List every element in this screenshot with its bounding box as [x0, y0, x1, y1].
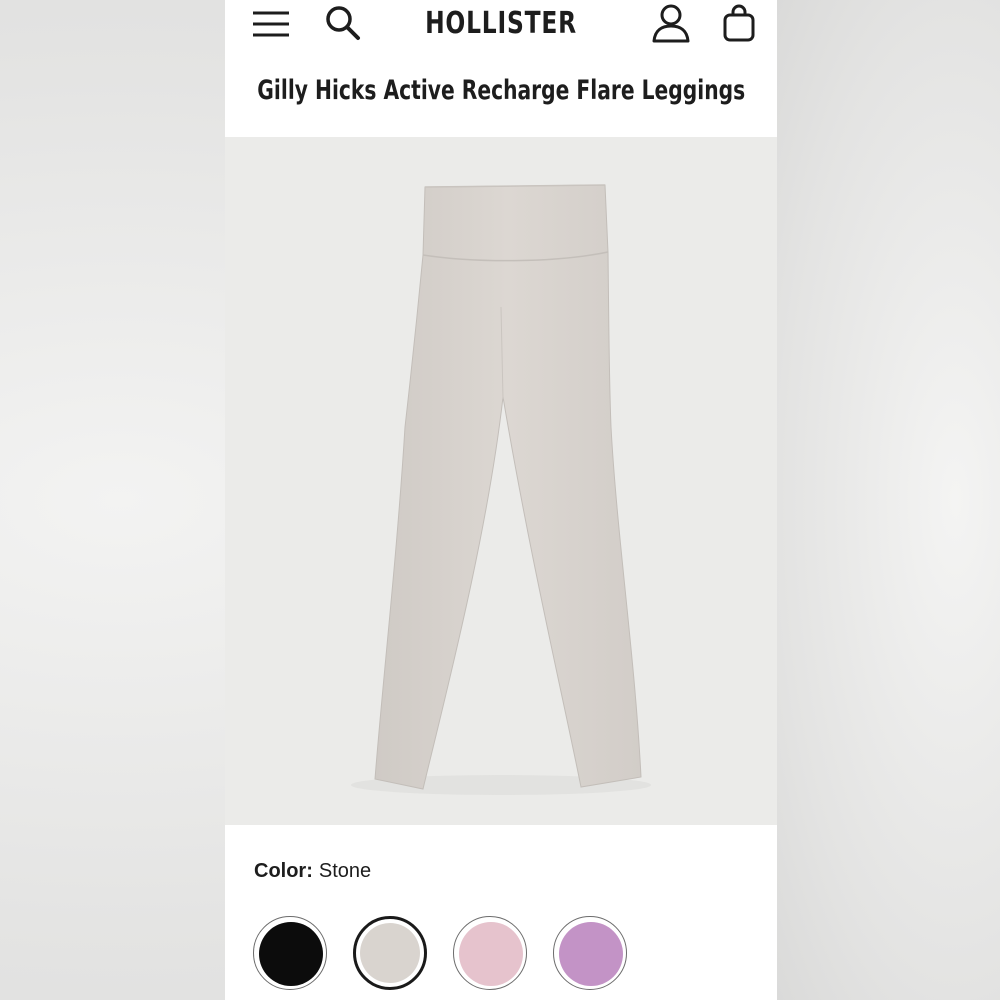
swatch-black[interactable] [253, 916, 327, 990]
menu-button[interactable] [249, 4, 293, 44]
product-page: HOLLISTER Gilly Hicks Active Recharge Fl… [225, 0, 777, 1000]
swatch-fill [459, 922, 523, 986]
swatch-fill [259, 922, 323, 986]
flare-leggings-image [351, 184, 651, 795]
product-image[interactable] [225, 137, 777, 825]
user-icon [652, 4, 690, 43]
swatch-pink[interactable] [453, 916, 527, 990]
search-button[interactable] [321, 2, 365, 44]
account-button[interactable] [649, 2, 693, 44]
shopping-bag-button[interactable] [719, 2, 759, 44]
brand-logo[interactable]: HOLLISTER [403, 4, 600, 42]
color-selector-label: Color: Stone [254, 856, 371, 886]
color-swatches [253, 916, 673, 996]
product-title: Gilly Hicks Active Recharge Flare Leggin… [225, 70, 777, 110]
shopping-bag-icon [723, 4, 755, 42]
swatch-stone[interactable] [353, 916, 427, 990]
page-backdrop-right [777, 0, 1000, 1000]
selected-color-value: Stone [318, 859, 372, 882]
swatch-fill [559, 922, 623, 986]
color-label: Color: [254, 859, 313, 882]
product-title-text: Gilly Hicks Active Recharge Flare Leggin… [257, 74, 745, 106]
swatch-fill [360, 923, 420, 983]
site-header: HOLLISTER [225, 0, 777, 50]
swatch-purple[interactable] [553, 916, 627, 990]
hamburger-menu-icon [253, 11, 289, 37]
search-icon [326, 6, 360, 40]
